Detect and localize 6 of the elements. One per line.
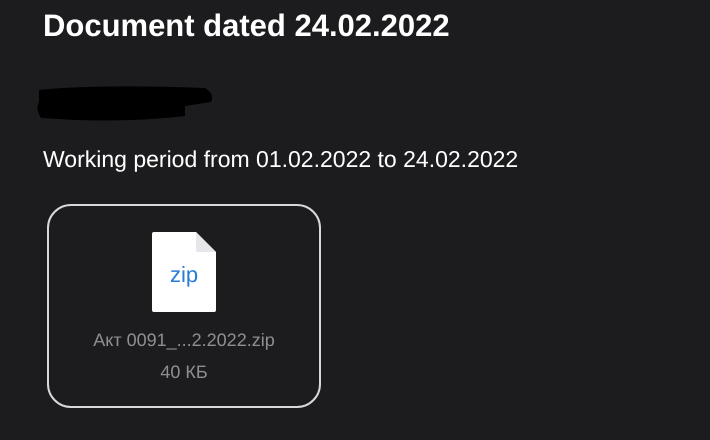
file-size: 40 КБ <box>160 361 208 384</box>
attachment-card[interactable]: zip Акт 0091_...2.2022.zip 40 КБ <box>47 204 321 408</box>
file-name: Акт 0091_...2.2022.zip <box>93 329 275 352</box>
document-title: Document dated 24.02.2022 <box>43 7 451 45</box>
working-period-text: Working period from 01.02.2022 to 24.02.2022 <box>43 145 520 174</box>
zip-file-icon: zip <box>152 232 216 312</box>
